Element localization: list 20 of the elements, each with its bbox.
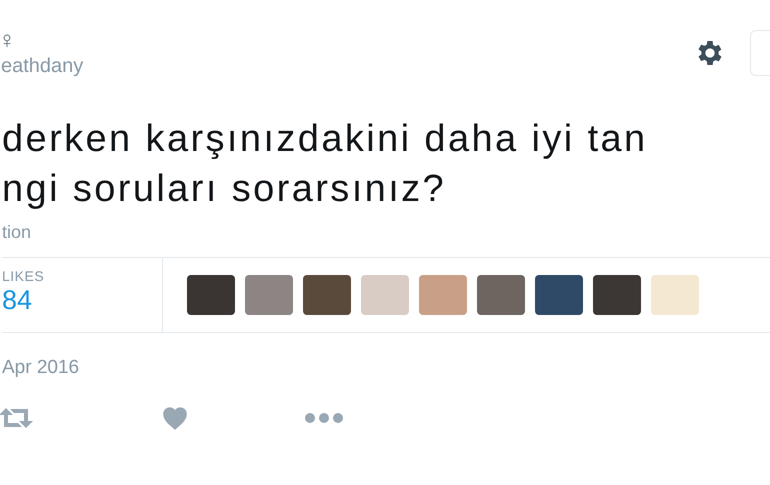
translate-link[interactable]: tion (2, 222, 32, 243)
user-handle: eathdany (1, 54, 84, 78)
tweet-date: Apr 2016 (2, 357, 80, 379)
avatar-photo[interactable] (535, 275, 583, 315)
avatar-photo[interactable] (477, 275, 525, 315)
avatar-photo[interactable] (361, 275, 409, 315)
tweet-text: ngi soruları sorarsınız? (2, 167, 448, 212)
avatar-photo[interactable] (651, 275, 699, 315)
retweet-icon[interactable] (0, 406, 34, 430)
tweet-text: derken karşınızdakini daha iyi tan (2, 117, 649, 162)
avatar-photo[interactable] (593, 275, 641, 315)
avatar-photo[interactable] (303, 275, 351, 315)
avatar-photo[interactable] (187, 275, 235, 315)
female-symbol: ♀ (0, 28, 17, 54)
avatar-photo[interactable] (245, 275, 293, 315)
avatar-photo[interactable] (419, 275, 467, 315)
more-icon[interactable] (304, 412, 344, 424)
likes-count[interactable]: 84 (2, 284, 162, 316)
likes-label: LIKES (2, 268, 46, 284)
heart-icon[interactable] (160, 405, 190, 431)
